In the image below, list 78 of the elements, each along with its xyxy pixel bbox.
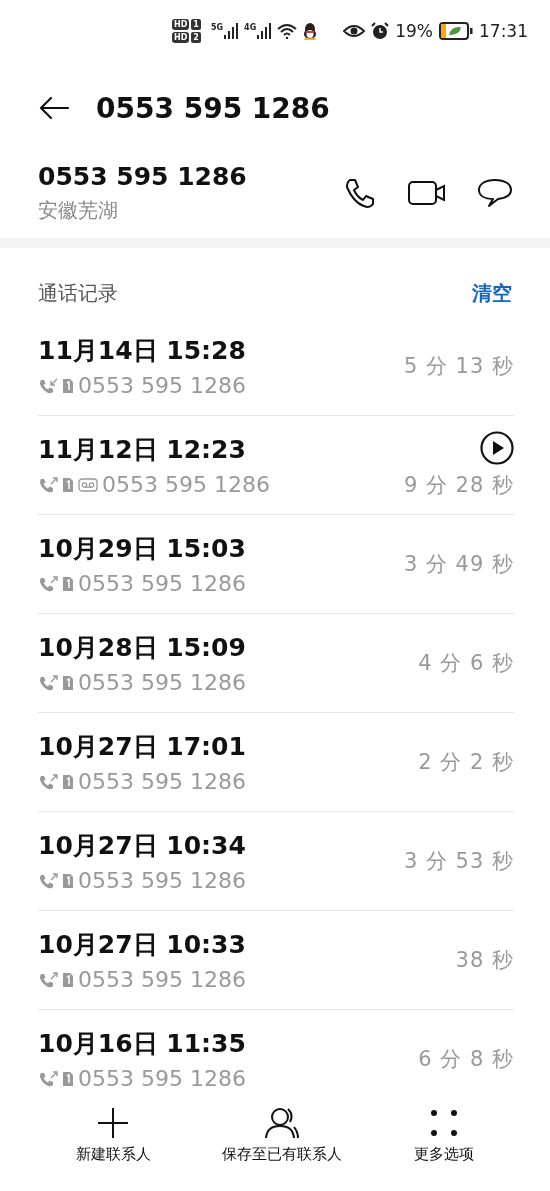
- call-duration: 38 秒: [455, 947, 514, 974]
- person-icon: [265, 1107, 300, 1139]
- call-duration: 2 分 2 秒: [418, 749, 514, 776]
- sim-card-icon: [62, 971, 74, 988]
- network-label: 5G: [210, 23, 224, 32]
- sim-card-icon: [62, 1070, 74, 1087]
- signal-icon: [257, 23, 272, 39]
- call-record-row[interactable]: 11月12日 12:23 0553 595 1286 9 分 28 秒: [38, 416, 514, 515]
- leaf-icon: [449, 26, 461, 35]
- sim-card-icon: [62, 773, 74, 790]
- clock-time: 17:31: [479, 21, 528, 41]
- wifi-icon: [277, 23, 298, 39]
- outgoing-call-icon: [38, 772, 58, 791]
- outgoing-call-icon: [38, 673, 58, 692]
- call-duration: 4 分 6 秒: [418, 650, 514, 677]
- network-label: 4G: [244, 23, 257, 32]
- call-number: 0553 595 1286: [102, 472, 270, 497]
- page-title: 0553 595 1286: [96, 91, 330, 125]
- call-number: 0553 595 1286: [78, 571, 246, 596]
- toolbar-button[interactable]: 保存至已有联系人: [222, 1107, 343, 1181]
- call-number: 0553 595 1286: [78, 769, 246, 794]
- hd-badge: HD: [172, 19, 190, 30]
- call-time: 10月27日 10:34: [38, 830, 247, 862]
- penguin-icon: [303, 22, 318, 40]
- toolbar-button[interactable]: 更多选项: [414, 1107, 475, 1181]
- sim-slot-badge: 1: [191, 19, 201, 30]
- call-time: 10月27日 10:33: [38, 929, 247, 961]
- call-duration: 6 分 8 秒: [418, 1046, 514, 1073]
- battery-percent: 19%: [395, 21, 433, 41]
- call-number: 0553 595 1286: [78, 868, 246, 893]
- incoming-call-icon: [38, 376, 58, 395]
- signal-icon: [224, 23, 239, 39]
- call-duration: 5 分 13 秒: [403, 353, 514, 380]
- number-location: 安徽芜湖: [38, 197, 119, 224]
- alarm-icon: [371, 22, 390, 40]
- sim-card-icon: [62, 575, 74, 592]
- plus-icon: [97, 1107, 130, 1139]
- play-button-icon[interactable]: [480, 431, 514, 465]
- call-record-row[interactable]: 10月28日 15:09 0553 595 1286 4 分 6 秒: [38, 614, 514, 713]
- call-time: 10月16日 11:35: [38, 1028, 247, 1060]
- sim-card-icon: [62, 674, 74, 691]
- call-number: 0553 595 1286: [78, 967, 246, 992]
- phone-number: 0553 595 1286: [38, 162, 248, 191]
- back-arrow-icon[interactable]: [38, 96, 70, 120]
- outgoing-call-icon: [38, 970, 58, 989]
- outgoing-call-icon: [38, 574, 58, 593]
- call-duration: 3 分 53 秒: [403, 848, 514, 875]
- call-number: 0553 595 1286: [78, 373, 246, 398]
- sim-slot-badge: 2: [191, 32, 201, 43]
- outgoing-call-icon: [38, 475, 58, 494]
- toolbar-button[interactable]: 新建联系人: [75, 1107, 151, 1181]
- sim-card-icon: [62, 377, 74, 394]
- call-number: 0553 595 1286: [78, 1066, 246, 1091]
- call-time: 11月12日 12:23: [38, 434, 247, 466]
- call-record-row[interactable]: 10月27日 17:01 0553 595 1286 2 分 2 秒: [38, 713, 514, 812]
- sim-card-icon: [62, 872, 74, 889]
- hd-badge: HD: [172, 32, 190, 43]
- call-time: 10月27日 17:01: [38, 731, 247, 763]
- phone-icon[interactable]: [344, 177, 376, 209]
- sim-card-icon: [62, 476, 74, 493]
- call-time: 10月29日 15:03: [38, 533, 247, 565]
- call-time: 11月14日 15:28: [38, 335, 247, 367]
- call-duration: 9 分 28 秒: [403, 472, 514, 499]
- call-record-row[interactable]: 11月14日 15:28 0553 595 1286 5 分 13 秒: [38, 317, 514, 416]
- call-time: 10月28日 15:09: [38, 632, 247, 664]
- outgoing-call-icon: [38, 871, 58, 890]
- outgoing-call-icon: [38, 1069, 58, 1088]
- clear-button[interactable]: 清空: [472, 280, 512, 307]
- eye-icon: [343, 24, 366, 38]
- video-camera-icon[interactable]: [408, 180, 446, 206]
- call-record-row[interactable]: 10月29日 15:03 0553 595 1286 3 分 49 秒: [38, 515, 514, 614]
- call-number: 0553 595 1286: [78, 670, 246, 695]
- section-title: 通话记录: [38, 280, 118, 307]
- call-duration: 3 分 49 秒: [403, 551, 514, 578]
- message-bubble-icon[interactable]: [478, 178, 512, 208]
- call-record-row[interactable]: 10月16日 11:35 0553 595 1286 6 分 8 秒: [38, 1010, 514, 1107]
- call-record-row[interactable]: 10月27日 10:33 0553 595 1286 38 秒: [38, 911, 514, 1010]
- call-record-row[interactable]: 10月27日 10:34 0553 595 1286 3 分 53 秒: [38, 812, 514, 911]
